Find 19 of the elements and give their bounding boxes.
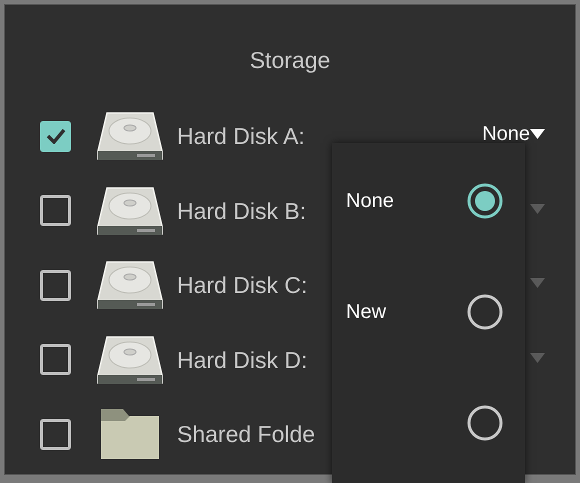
checkbox[interactable] <box>40 120 71 152</box>
checkbox[interactable] <box>40 344 71 376</box>
drive-label: Hard Disk B: <box>177 196 306 226</box>
drive-label: Hard Disk A: <box>177 122 305 151</box>
radio-button[interactable] <box>467 294 503 330</box>
radio-button[interactable] <box>467 404 503 440</box>
drive-label: Hard Disk D: <box>177 346 308 374</box>
dropdown[interactable]: None <box>482 124 545 144</box>
drive-label: Hard Disk C: <box>177 271 308 300</box>
checkbox[interactable] <box>40 270 71 301</box>
check-icon <box>46 128 66 144</box>
section-title: Storage <box>250 47 330 73</box>
checkbox[interactable] <box>40 418 71 450</box>
drive-label: Shared Folde <box>177 420 316 449</box>
menu-option[interactable]: None <box>346 186 394 216</box>
radio-button[interactable] <box>467 182 503 218</box>
checkbox[interactable] <box>40 195 71 226</box>
menu-option[interactable]: New <box>346 296 386 326</box>
caret-icon <box>530 129 545 140</box>
